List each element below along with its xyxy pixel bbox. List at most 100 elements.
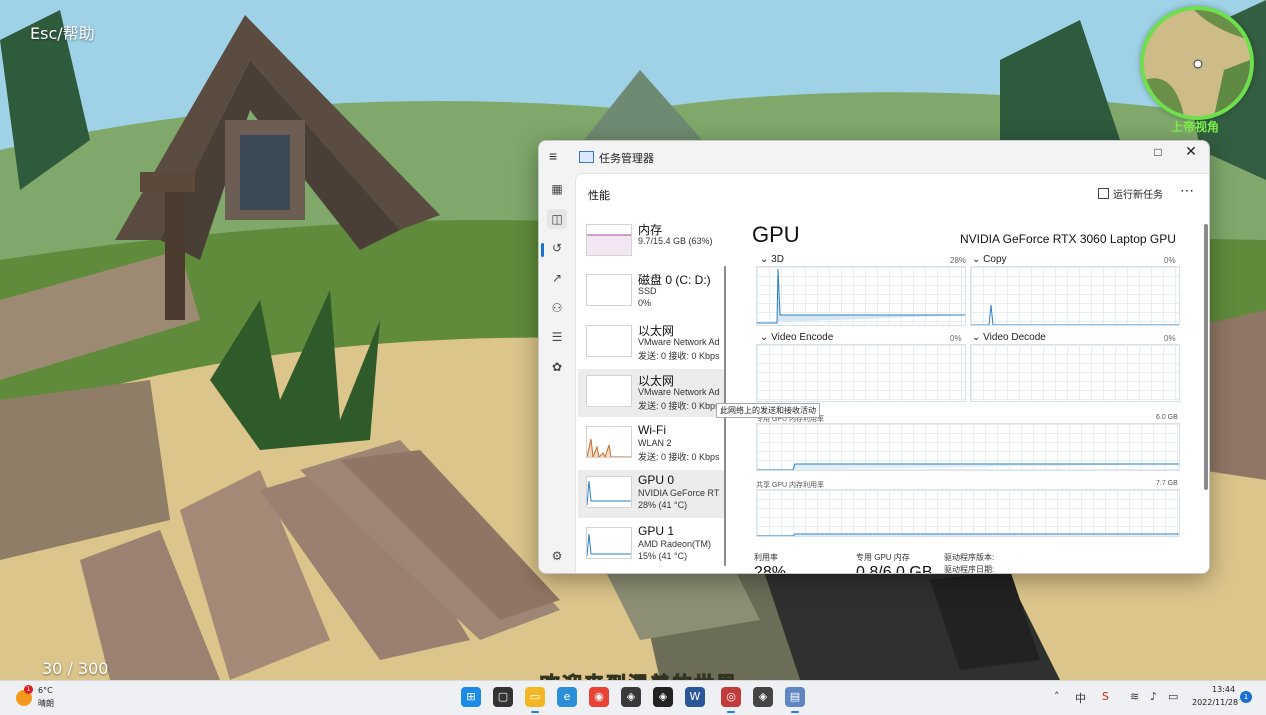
engine-pct: 28% (950, 256, 967, 265)
page-title: 性能 (588, 190, 610, 202)
weather-desc[interactable]: 晴朗 (38, 698, 54, 709)
list-item-name: GPU 1 (638, 524, 675, 538)
weather-temp[interactable]: 6°C (38, 686, 53, 695)
list-item-sub: 9.7/15.4 GB (63%) (638, 236, 713, 246)
unity-hub-icon[interactable]: ◈ (653, 687, 673, 707)
window-title: 任务管理器 (599, 153, 654, 165)
ammo-counter: 30 / 300 (42, 659, 109, 678)
help-hint: Esc/帮助 (30, 24, 95, 43)
list-item-sub2: 发送: 0 接收: 0 Kbps (638, 351, 720, 361)
hamburger-icon[interactable]: ≡ (549, 149, 563, 163)
list-item-disk[interactable]: 磁盘 0 (C: D:) SSD 0% (578, 268, 724, 316)
disk-sparkline (586, 274, 632, 306)
stat-driver-version-label: 驱动程序版本: (944, 553, 995, 562)
ethernet-sparkline (586, 325, 632, 357)
minimap-terrain (1144, 10, 1250, 116)
task-manager-window[interactable]: ≡ 任务管理器 □ ✕ ▦ ◫ ↺ ↗ ⚇ ☰ ✿ ⚙ 性能 运行新任务 ⋯ 内… (538, 140, 1210, 574)
dedicated-memory-graph (756, 423, 1180, 471)
run-task-icon (1098, 188, 1109, 199)
minimap-label: 上帝视角 (1170, 120, 1219, 134)
engine-dropdown-3d[interactable]: ⌄ 3D (760, 254, 784, 265)
gpu-detail-panel: GPU NVIDIA GeForce RTX 3060 Laptop GPU ⌄… (732, 218, 1202, 574)
engine-pct: 0% (950, 334, 962, 343)
services-icon[interactable]: ✿ (547, 357, 567, 377)
task-manager-icon[interactable]: ▤ (785, 687, 805, 713)
more-options-button[interactable]: ⋯ (1180, 182, 1194, 199)
engine-dropdown-video-encode[interactable]: ⌄ Video Encode (760, 332, 833, 343)
list-item-ethernet-2[interactable]: 以太网 VMware Network Adapter 发送: 0 接收: 0 K… (578, 369, 724, 417)
list-item-sub2: 发送: 0 接收: 0 Kbps (638, 452, 720, 462)
gpu-model: NVIDIA GeForce RTX 3060 Laptop GPU (960, 232, 1176, 246)
close-button[interactable]: ✕ (1184, 143, 1198, 159)
engine-graph-video-encode (756, 344, 966, 402)
maximize-button[interactable]: □ (1151, 145, 1165, 159)
history-icon[interactable]: ↺ (547, 238, 567, 258)
list-item-sub2: 发送: 0 接收: 0 Kbps (638, 401, 720, 411)
list-item-sub2: 15% (41 °C) (638, 551, 688, 561)
users-icon[interactable]: ⚇ (547, 298, 567, 318)
details-icon[interactable]: ☰ (547, 327, 567, 347)
unity-2-icon[interactable]: ◈ (753, 687, 773, 707)
list-item-sub: VMware Network Adapter (638, 387, 720, 397)
engine-label: Copy (983, 254, 1007, 265)
minimap[interactable] (1140, 6, 1254, 120)
windows-start-icon[interactable]: ⊞ (461, 687, 481, 707)
list-item-gpu-1[interactable]: GPU 1 AMD Radeon(TM) 15% (41 °C) (578, 521, 724, 569)
list-item-sub: WLAN 2 (638, 438, 672, 448)
volume-icon[interactable]: ♪ (1150, 690, 1157, 703)
task-view-icon[interactable]: ▢ (493, 687, 513, 707)
tray-expand-icon[interactable]: ˄ (1054, 690, 1060, 703)
processes-icon[interactable]: ▦ (547, 179, 567, 199)
list-item-name: GPU 0 (638, 473, 675, 487)
performance-icon[interactable]: ◫ (547, 209, 567, 229)
list-item-sub2: 28% (41 °C) (638, 500, 688, 510)
word-icon[interactable]: W (685, 687, 705, 707)
notification-badge[interactable]: 1 (1240, 691, 1252, 703)
ethernet-sparkline (586, 375, 632, 407)
gpu1-sparkline (586, 527, 632, 559)
stat-utilization-label: 利用率 (754, 553, 778, 562)
settings-icon[interactable]: ⚙ (547, 546, 567, 566)
engine-dropdown-video-decode[interactable]: ⌄ Video Decode (972, 332, 1046, 343)
list-item-sub: VMware Network Adapter (638, 337, 720, 347)
clock-time[interactable]: 13:44 (1212, 685, 1235, 694)
list-item-sub: NVIDIA GeForce RTX 3060 (638, 488, 720, 498)
resource-list: 内存 9.7/15.4 GB (63%) 磁盘 0 (C: D:) SSD 0%… (578, 218, 726, 573)
wifi-icon[interactable]: ≋ (1130, 690, 1139, 703)
engine-dropdown-copy[interactable]: ⌄ Copy (972, 254, 1007, 265)
clock-date[interactable]: 2022/11/28 (1192, 698, 1238, 707)
task-manager-app-icon (579, 151, 594, 163)
list-item-wifi[interactable]: Wi-Fi WLAN 2 发送: 0 接收: 0 Kbps (578, 420, 724, 468)
stat-dedicated-memory-value: 0.8/6.0 GB (856, 564, 933, 574)
panel-scrollbar[interactable] (1204, 224, 1208, 490)
sogou-icon[interactable]: S (1102, 690, 1109, 703)
main-content: 性能 运行新任务 ⋯ 内存 9.7/15.4 GB (63%) 磁盘 0 (C:… (575, 173, 1209, 574)
startup-icon[interactable]: ↗ (547, 268, 567, 288)
list-item-memory[interactable]: 内存 9.7/15.4 GB (63%) (578, 218, 724, 266)
taskbar: 1 6°C 晴朗 ⊞ ▢ ▭ e ◉ ◈ ◈ W ◎ ◈ ▤ ˄ 中 S ≋ ♪… (0, 680, 1266, 715)
memory-sparkline (586, 224, 632, 256)
list-item-gpu-0[interactable]: GPU 0 NVIDIA GeForce RTX 3060 28% (41 °C… (578, 470, 724, 518)
list-item-sub: AMD Radeon(TM) (638, 539, 712, 549)
engine-pct: 0% (1164, 256, 1176, 265)
engine-label: Video Encode (771, 332, 834, 343)
weather-badge: 1 (24, 685, 33, 694)
dedicated-memory-max: 6.0 GB (1156, 414, 1178, 421)
app-red-icon[interactable]: ◎ (721, 687, 741, 713)
input-method-icon[interactable]: 中 (1075, 690, 1086, 706)
edge-icon[interactable]: e (557, 687, 577, 707)
tooltip: 此网络上的发送和接收活动 (716, 403, 820, 418)
stat-driver-date-label: 驱动程序日期: (944, 565, 995, 574)
list-item-ethernet-1[interactable]: 以太网 VMware Network Adapter 发送: 0 接收: 0 K… (578, 319, 724, 367)
file-explorer-icon[interactable]: ▭ (525, 687, 545, 713)
list-item-sub2: 0% (638, 298, 652, 308)
unity-icon[interactable]: ◈ (621, 687, 641, 707)
list-item-sub: SSD (638, 286, 657, 296)
run-new-task-button[interactable]: 运行新任务 (1098, 186, 1163, 201)
wifi-sparkline (586, 426, 632, 459)
engine-label: Video Decode (983, 332, 1046, 343)
battery-icon[interactable]: ▭ (1168, 690, 1178, 703)
title-bar[interactable]: ≡ 任务管理器 □ ✕ (539, 141, 1209, 173)
run-new-task-label: 运行新任务 (1113, 190, 1163, 201)
chrome-icon[interactable]: ◉ (589, 687, 609, 707)
